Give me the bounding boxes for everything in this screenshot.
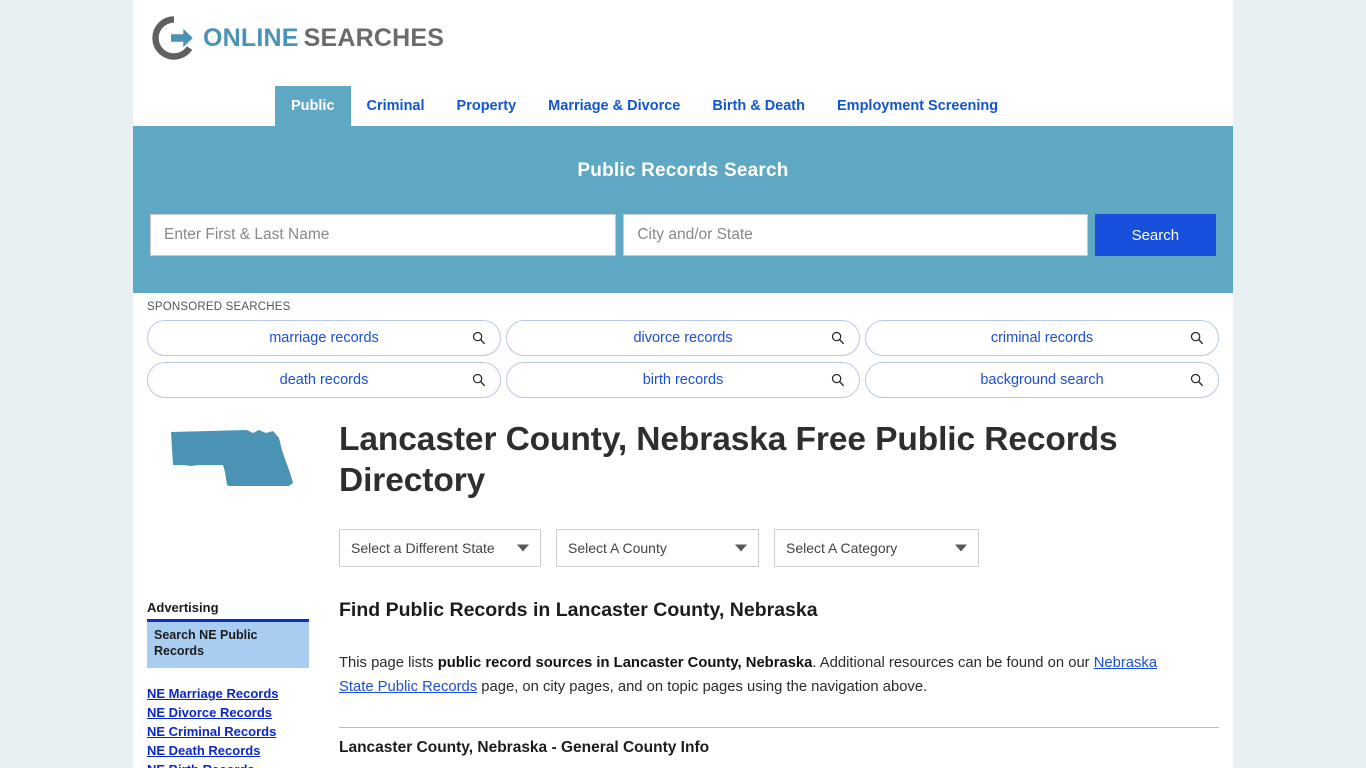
sponsored-searches: SPONSORED SEARCHES marriage records divo… [133,293,1233,398]
tab-criminal[interactable]: Criminal [351,86,441,126]
chip-label: birth records [642,372,724,388]
select-label: Select a Different State [351,539,495,556]
banner-title: Public Records Search [577,160,789,181]
select-label: Select A Category [786,539,898,556]
name-search-input[interactable] [150,214,617,256]
sponsored-chip-marriage-records[interactable]: marriage records [147,320,501,356]
sidebar-link-ne-death-records[interactable]: NE Death Records [147,743,309,758]
sidebar-links: NE Marriage Records NE Divorce Records N… [147,686,309,768]
magnifier-icon [831,331,845,345]
find-public-records-heading: Find Public Records in Lancaster County,… [339,598,818,621]
intro-text-1: This page lists [339,654,438,671]
sidebar-link-ne-divorce-records[interactable]: NE Divorce Records [147,705,309,720]
main-navigation: Public Criminal Property Marriage & Divo… [133,86,1233,126]
magnifier-icon [831,373,845,387]
sponsored-chip-criminal-records[interactable]: criminal records [865,320,1219,356]
search-form: Search [150,214,1216,256]
search-button[interactable]: Search [1094,214,1216,256]
chip-label: criminal records [990,330,1094,346]
magnifier-icon [1190,373,1204,387]
magnifier-icon [1190,331,1204,345]
page-background: ONLINE SEARCHES Public Criminal Property … [0,0,1366,768]
site-header: ONLINE SEARCHES [133,0,1233,86]
advertising-label: Advertising [147,600,219,615]
intro-bold-1: public record sources in Lancaster Count… [437,654,813,671]
chevron-down-icon [955,544,967,552]
select-category[interactable]: Select A Category [774,528,979,567]
main-content: Lancaster County, Nebraska Free Public R… [171,404,1219,757]
logo-wordmark: ONLINE SEARCHES [203,23,445,52]
chevron-down-icon [735,544,747,552]
sidebar-link-ne-birth-records[interactable]: NE Birth Records [147,762,309,768]
logo-word-searches: SEARCHES [303,23,445,52]
sponsored-row-1: marriage records divorce records crimina… [147,320,1219,356]
tab-birth-death[interactable]: Birth & Death [696,86,821,126]
page-title: Lancaster County, Nebraska Free Public R… [339,421,1118,499]
select-different-state[interactable]: Select a Different State [339,528,541,567]
filter-selects: Select a Different State Select A County… [339,528,1219,567]
location-search-input[interactable] [623,214,1088,256]
logo-word-online: ONLINE [203,23,299,52]
magnifier-icon [472,331,486,345]
select-county[interactable]: Select A County [556,528,759,567]
sponsored-chip-background-search[interactable]: background search [865,362,1219,398]
tab-public[interactable]: Public [275,86,351,126]
ad-box-search-ne-public-records[interactable]: Search NE Public Records [147,619,309,669]
site-container: ONLINE SEARCHES Public Criminal Property … [133,0,1233,768]
site-logo[interactable]: ONLINE SEARCHES [152,16,444,60]
intro-paragraph: This page lists public record sources in… [339,652,1169,700]
magnifier-icon [472,373,486,387]
intro-text-2: . Additional resources can be found on o… [812,654,1094,671]
public-records-search-banner: Public Records Search Search [133,126,1233,293]
chip-label: marriage records [269,330,379,346]
tab-employment-screening[interactable]: Employment Screening [821,86,1014,126]
chevron-down-icon [517,544,529,552]
sidebar-link-ne-marriage-records[interactable]: NE Marriage Records [147,686,309,701]
sponsored-chip-birth-records[interactable]: birth records [506,362,860,398]
circle-arrow-logo-icon [152,16,196,60]
sponsored-chip-divorce-records[interactable]: divorce records [506,320,860,356]
select-label: Select A County [568,539,667,556]
sponsored-row-2: death records birth records background s… [147,362,1219,398]
section-divider [339,726,1219,728]
chip-label: background search [980,372,1104,388]
sidebar-link-ne-criminal-records[interactable]: NE Criminal Records [147,724,309,739]
general-county-info-heading: Lancaster County, Nebraska - General Cou… [339,738,710,756]
intro-text-3: page, on city pages, and on topic pages … [477,678,928,695]
chip-label: divorce records [633,330,733,346]
chip-label: death records [279,372,369,388]
sponsored-chip-death-records[interactable]: death records [147,362,501,398]
sponsored-searches-label: SPONSORED SEARCHES [147,301,291,313]
tab-marriage-divorce[interactable]: Marriage & Divorce [532,86,696,126]
left-sidebar: Advertising Search NE Public Records NE … [147,600,309,768]
tab-property[interactable]: Property [441,86,533,126]
